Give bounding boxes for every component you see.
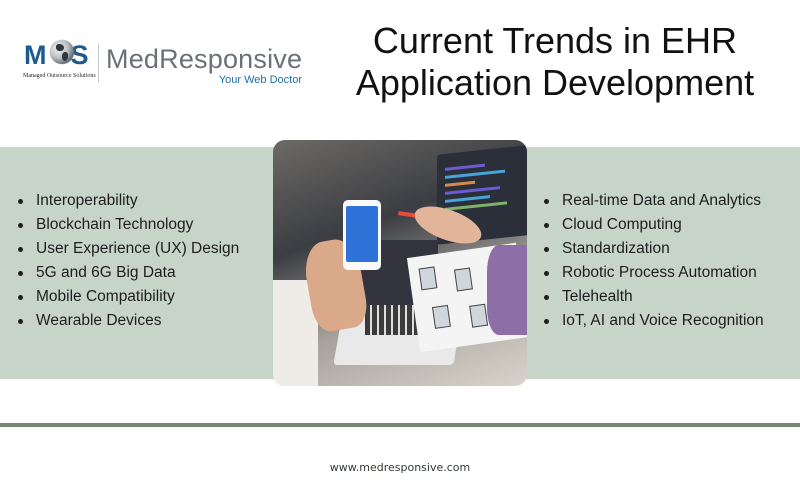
trends-list-left: Interoperability Blockchain Technology U…: [16, 189, 239, 333]
trend-item: 5G and 6G Big Data: [16, 261, 239, 285]
trend-item: Telehealth: [542, 285, 764, 309]
mos-logo: MS Managed Outsource Solutions: [20, 38, 100, 88]
trend-item: Wearable Devices: [16, 309, 239, 333]
footer-url[interactable]: www.medresponsive.com: [0, 461, 800, 474]
brand-tagline: Your Web Doctor: [218, 74, 302, 86]
trend-item: Interoperability: [16, 189, 239, 213]
globe-icon: [50, 40, 74, 64]
trend-item: Robotic Process Automation: [542, 261, 764, 285]
page-title: Current Trends in EHR Application Develo…: [322, 20, 788, 104]
footer-divider: [0, 423, 800, 427]
trends-list-right: Real-time Data and Analytics Cloud Compu…: [542, 189, 764, 333]
trend-item: User Experience (UX) Design: [16, 237, 239, 261]
trend-item: Mobile Compatibility: [16, 285, 239, 309]
logo-divider: [98, 44, 99, 82]
brand-name: MedResponsive: [106, 44, 303, 74]
purple-sleeve: [487, 245, 527, 335]
trend-item: Real-time Data and Analytics: [542, 189, 764, 213]
trend-item: Cloud Computing: [542, 213, 764, 237]
trend-item: Blockchain Technology: [16, 213, 239, 237]
medresponsive-logo: MS Managed Outsource Solutions MedRespon…: [20, 38, 310, 88]
trend-item: Standardization: [542, 237, 764, 261]
mos-subtitle: Managed Outsource Solutions: [23, 73, 96, 79]
app-development-photo: [273, 140, 527, 386]
title-line-1: Current Trends in EHR: [372, 20, 738, 61]
title-line-2: Application Development: [355, 62, 755, 103]
smartphone-screen: [346, 206, 378, 262]
mos-letter-m: M: [24, 40, 47, 70]
trend-item: IoT, AI and Voice Recognition: [542, 309, 764, 333]
